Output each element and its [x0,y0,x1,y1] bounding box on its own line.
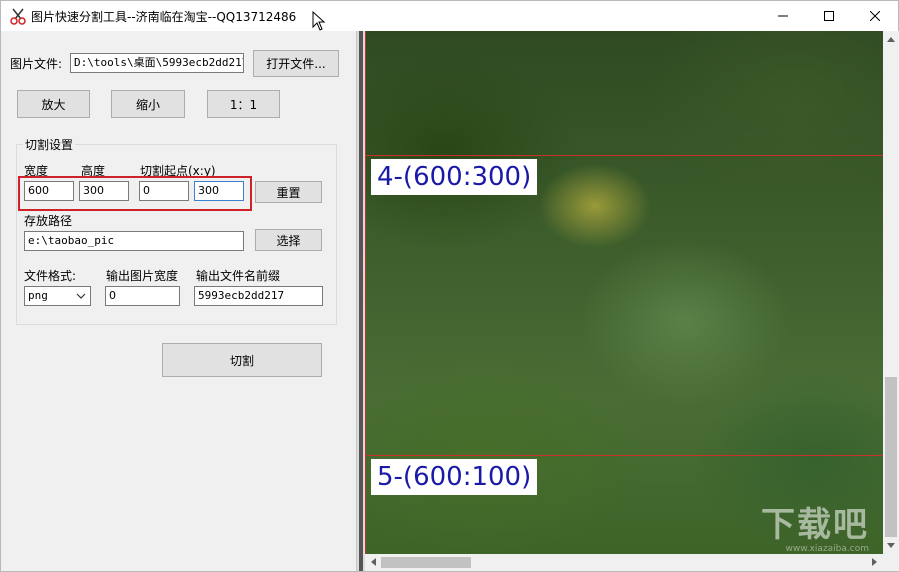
watermark-logo: 下载吧 [761,505,869,545]
save-path-label: 存放路径 [24,214,73,228]
title-bar: 图片快速分割工具--济南临在淘宝--QQ13712486 [1,1,898,31]
maximize-button[interactable] [806,1,852,31]
cut-line-vertical [365,31,366,554]
chevron-right-icon [872,558,877,566]
output-width-label: 输出图片宽度 [106,269,179,283]
vertical-scrollbar[interactable] [883,31,899,554]
chevron-down-icon [887,543,895,548]
scroll-down-button[interactable] [883,538,899,554]
vertical-scroll-thumb[interactable] [885,377,897,537]
chevron-up-icon [887,37,895,42]
zoom-out-button[interactable]: 缩小 [111,90,185,118]
settings-panel: 图片文件: D:\tools\桌面\5993ecb2dd217. 打开文件...… [1,31,356,571]
format-select[interactable]: png [24,286,91,306]
close-icon [870,11,880,21]
image-preview[interactable]: 4-(600:300) 5-(600:100) 下载吧 www.xiazaiba… [365,31,883,554]
origin-y-input[interactable]: 300 [194,181,244,201]
scrollbar-corner [883,554,899,571]
scroll-up-button[interactable] [883,31,899,47]
zoom-in-button[interactable]: 放大 [17,90,90,118]
panel-splitter[interactable] [356,31,365,571]
format-value: png [28,289,48,302]
actual-size-button[interactable]: 1：1 [207,90,280,118]
close-button[interactable] [852,1,898,31]
horizontal-scrollbar[interactable] [365,554,883,571]
open-file-button[interactable]: 打开文件... [253,50,339,77]
minimize-button[interactable] [760,1,806,31]
window-title: 图片快速分割工具--济南临在淘宝--QQ13712486 [31,10,297,24]
scroll-right-button[interactable] [867,554,883,570]
format-label: 文件格式: [24,269,77,283]
chevron-left-icon [371,558,376,566]
cut-line-horizontal [365,155,883,156]
save-path-input[interactable]: e:\taobao_pic [24,231,244,251]
segment-label: 4-(600:300) [371,159,538,195]
chevron-down-icon [76,293,86,299]
scissors-icon [10,8,26,25]
maximize-icon [824,11,834,21]
app-window: 图片快速分割工具--济南临在淘宝--QQ13712486 图片文件: D:\to… [0,0,899,572]
choose-path-button[interactable]: 选择 [255,229,322,251]
width-input[interactable]: 600 [24,181,74,201]
horizontal-scroll-thumb[interactable] [381,557,471,568]
splitter-bar [359,31,363,571]
prefix-label: 输出文件名前缀 [196,269,281,283]
origin-x-input[interactable]: 0 [139,181,189,201]
scroll-left-button[interactable] [365,554,381,570]
cut-button[interactable]: 切割 [162,343,322,377]
output-width-input[interactable]: 0 [105,286,180,306]
cut-line-horizontal [365,455,883,456]
file-label: 图片文件: [10,57,63,71]
prefix-input[interactable]: 5993ecb2dd217 [194,286,323,306]
reset-button[interactable]: 重置 [255,181,322,203]
file-path-input[interactable]: D:\tools\桌面\5993ecb2dd217. [70,53,244,73]
height-input[interactable]: 300 [79,181,129,201]
segment-label: 5-(600:100) [371,459,538,495]
mouse-cursor-icon [312,11,326,31]
cut-settings-title: 切割设置 [23,136,76,153]
minimize-icon [778,15,788,17]
watermark-url: www.xiazaiba.com [785,544,869,554]
